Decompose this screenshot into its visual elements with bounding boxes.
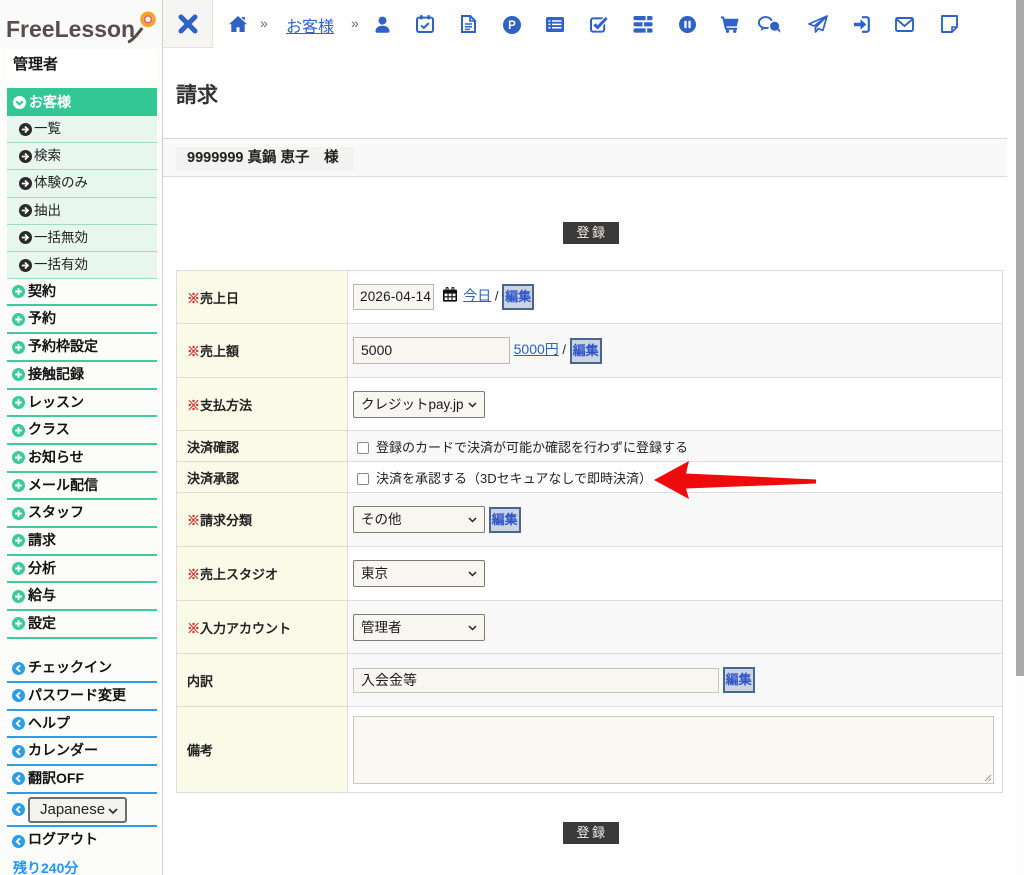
svg-text:P: P: [508, 20, 516, 32]
